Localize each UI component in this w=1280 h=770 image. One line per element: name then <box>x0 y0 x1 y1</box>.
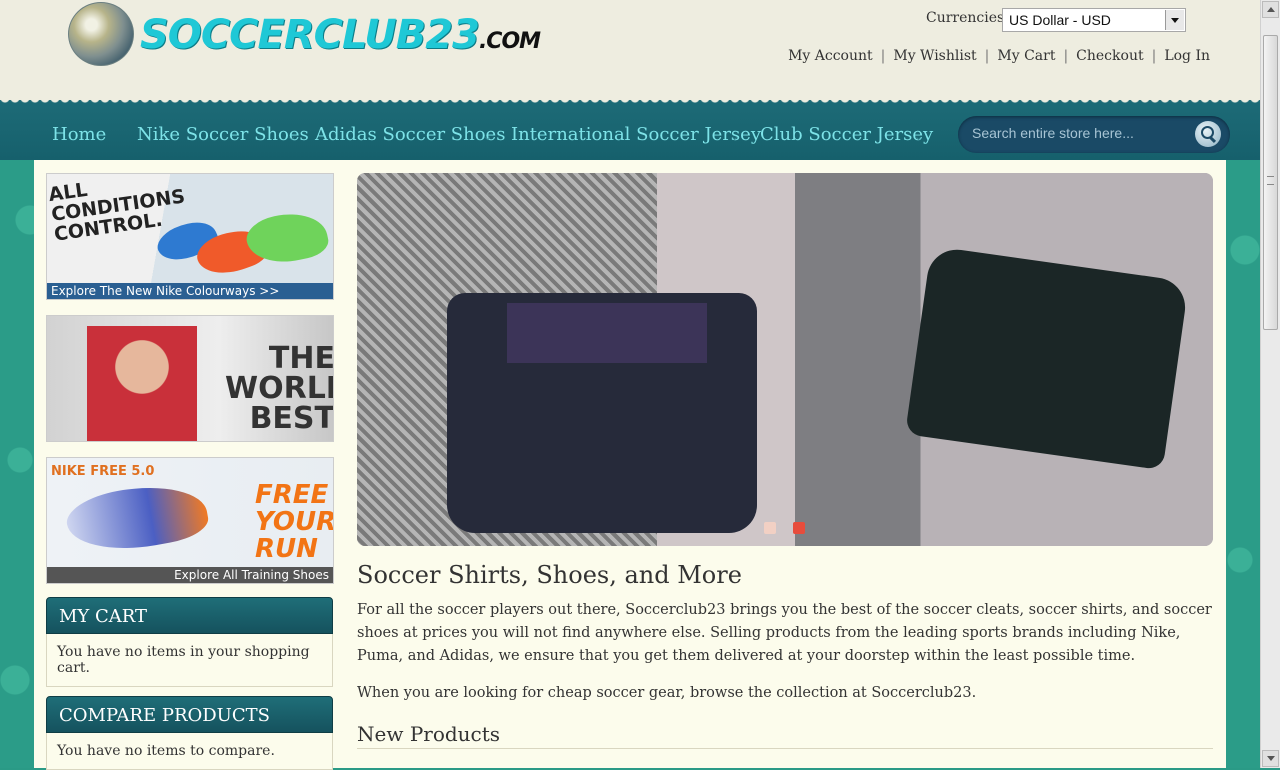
chevron-down-icon: ⌄ <box>730 130 740 143</box>
main-nav: Home Nike Soccer Shoes ⌄ Adidas Soccer Sh… <box>0 100 1260 160</box>
banner-worlds-best[interactable]: THE WORLD'S BEST <box>46 315 334 442</box>
banner-nike-all-conditions[interactable]: ALL CONDITIONS CONTROL. Explore The New … <box>46 173 334 300</box>
banner-subtitle: NIKE FREE 5.0 <box>51 464 155 479</box>
log-in-link[interactable]: Log In <box>1164 48 1210 64</box>
nav-item-international-soccer-jersey[interactable]: International Soccer Jersey ⌄ <box>511 124 761 145</box>
search-icon[interactable] <box>1195 121 1221 147</box>
my-cart-block: MY CART You have no items in your shoppi… <box>46 597 333 687</box>
hero-slider[interactable] <box>357 173 1213 546</box>
nav-item-nike-soccer-shoes[interactable]: Nike Soccer Shoes ⌄ <box>137 124 309 145</box>
separator: | <box>1063 48 1069 64</box>
intro-text: For all the soccer players out there, So… <box>357 599 1217 719</box>
chevron-down-icon: ⌄ <box>287 130 297 143</box>
nav-item-adidas-soccer-shoes[interactable]: Adidas Soccer Shoes ⌄ <box>315 124 505 145</box>
player-image <box>87 326 197 441</box>
page-title: Soccer Shirts, Shoes, and More <box>357 561 742 589</box>
header-scalloped-edge <box>0 96 1260 106</box>
scroll-thumb[interactable] <box>1263 35 1278 330</box>
my-cart-link[interactable]: My Cart <box>997 48 1055 64</box>
search-box[interactable]: Search entire store here... <box>958 116 1230 153</box>
handbag-image <box>905 245 1189 471</box>
slider-dot[interactable] <box>793 522 805 534</box>
banner-nike-free[interactable]: NIKE FREE 5.0 FREE YOUR RUN Explore All … <box>46 457 334 584</box>
new-products-heading: New Products <box>357 722 1213 749</box>
banner-strip: Explore The New Nike Colourways >> <box>47 283 333 299</box>
nav-item-club-soccer-jersey[interactable]: Club Soccer Jersey ⌄ <box>760 124 933 145</box>
scroll-down-icon[interactable] <box>1262 750 1279 767</box>
soccer-ball-icon <box>68 2 134 66</box>
currency-label: Currencies <box>926 10 1005 26</box>
currency-value: US Dollar - USD <box>1009 12 1111 28</box>
scroll-up-icon[interactable] <box>1262 1 1279 18</box>
slider-dot[interactable] <box>764 522 776 534</box>
top-links: My Account | My Wishlist | My Cart | Checkout |… <box>788 48 1210 64</box>
chevron-down-icon: ⌄ <box>914 130 924 143</box>
handbag-detail <box>507 303 707 363</box>
checkout-link[interactable]: Checkout <box>1076 48 1143 64</box>
logo-text: SOCCERCLUB23.COM <box>140 12 541 58</box>
my-cart-title: MY CART <box>46 597 333 634</box>
nav-item-home[interactable]: Home <box>52 124 106 145</box>
dropdown-arrow-icon[interactable] <box>1165 10 1184 30</box>
my-cart-body: You have no items in your shopping cart. <box>46 634 333 687</box>
separator: | <box>984 48 990 64</box>
chevron-down-icon: ⌄ <box>483 130 493 143</box>
compare-products-title: COMPARE PRODUCTS <box>46 696 333 733</box>
intro-paragraph: When you are looking for cheap soccer ge… <box>357 685 977 701</box>
banner-headline: ALL CONDITIONS CONTROL. <box>47 178 187 246</box>
banner-strip: Explore All Training Shoes <box>47 567 333 583</box>
site-header: SOCCERCLUB23.COM Currencies US Dollar - … <box>0 0 1260 100</box>
my-account-link[interactable]: My Account <box>788 48 873 64</box>
compare-products-body: You have no items to compare. <box>46 733 333 770</box>
logo-suffix: .COM <box>478 29 541 54</box>
separator: | <box>1151 48 1157 64</box>
shoe-image <box>62 476 212 560</box>
currency-select[interactable]: US Dollar - USD <box>1002 8 1186 32</box>
separator: | <box>880 48 886 64</box>
banner-headline: THE WORLD'S BEST <box>225 341 334 436</box>
vertical-scrollbar[interactable] <box>1260 0 1280 768</box>
banner-headline: FREE YOUR RUN <box>255 480 334 564</box>
site-logo[interactable]: SOCCERCLUB23.COM <box>68 2 541 66</box>
search-input[interactable]: Search entire store here... <box>972 125 1134 141</box>
intro-paragraph: For all the soccer players out there, So… <box>357 602 1212 664</box>
my-wishlist-link[interactable]: My Wishlist <box>893 48 976 64</box>
compare-products-block: COMPARE PRODUCTS You have no items to co… <box>46 696 333 770</box>
